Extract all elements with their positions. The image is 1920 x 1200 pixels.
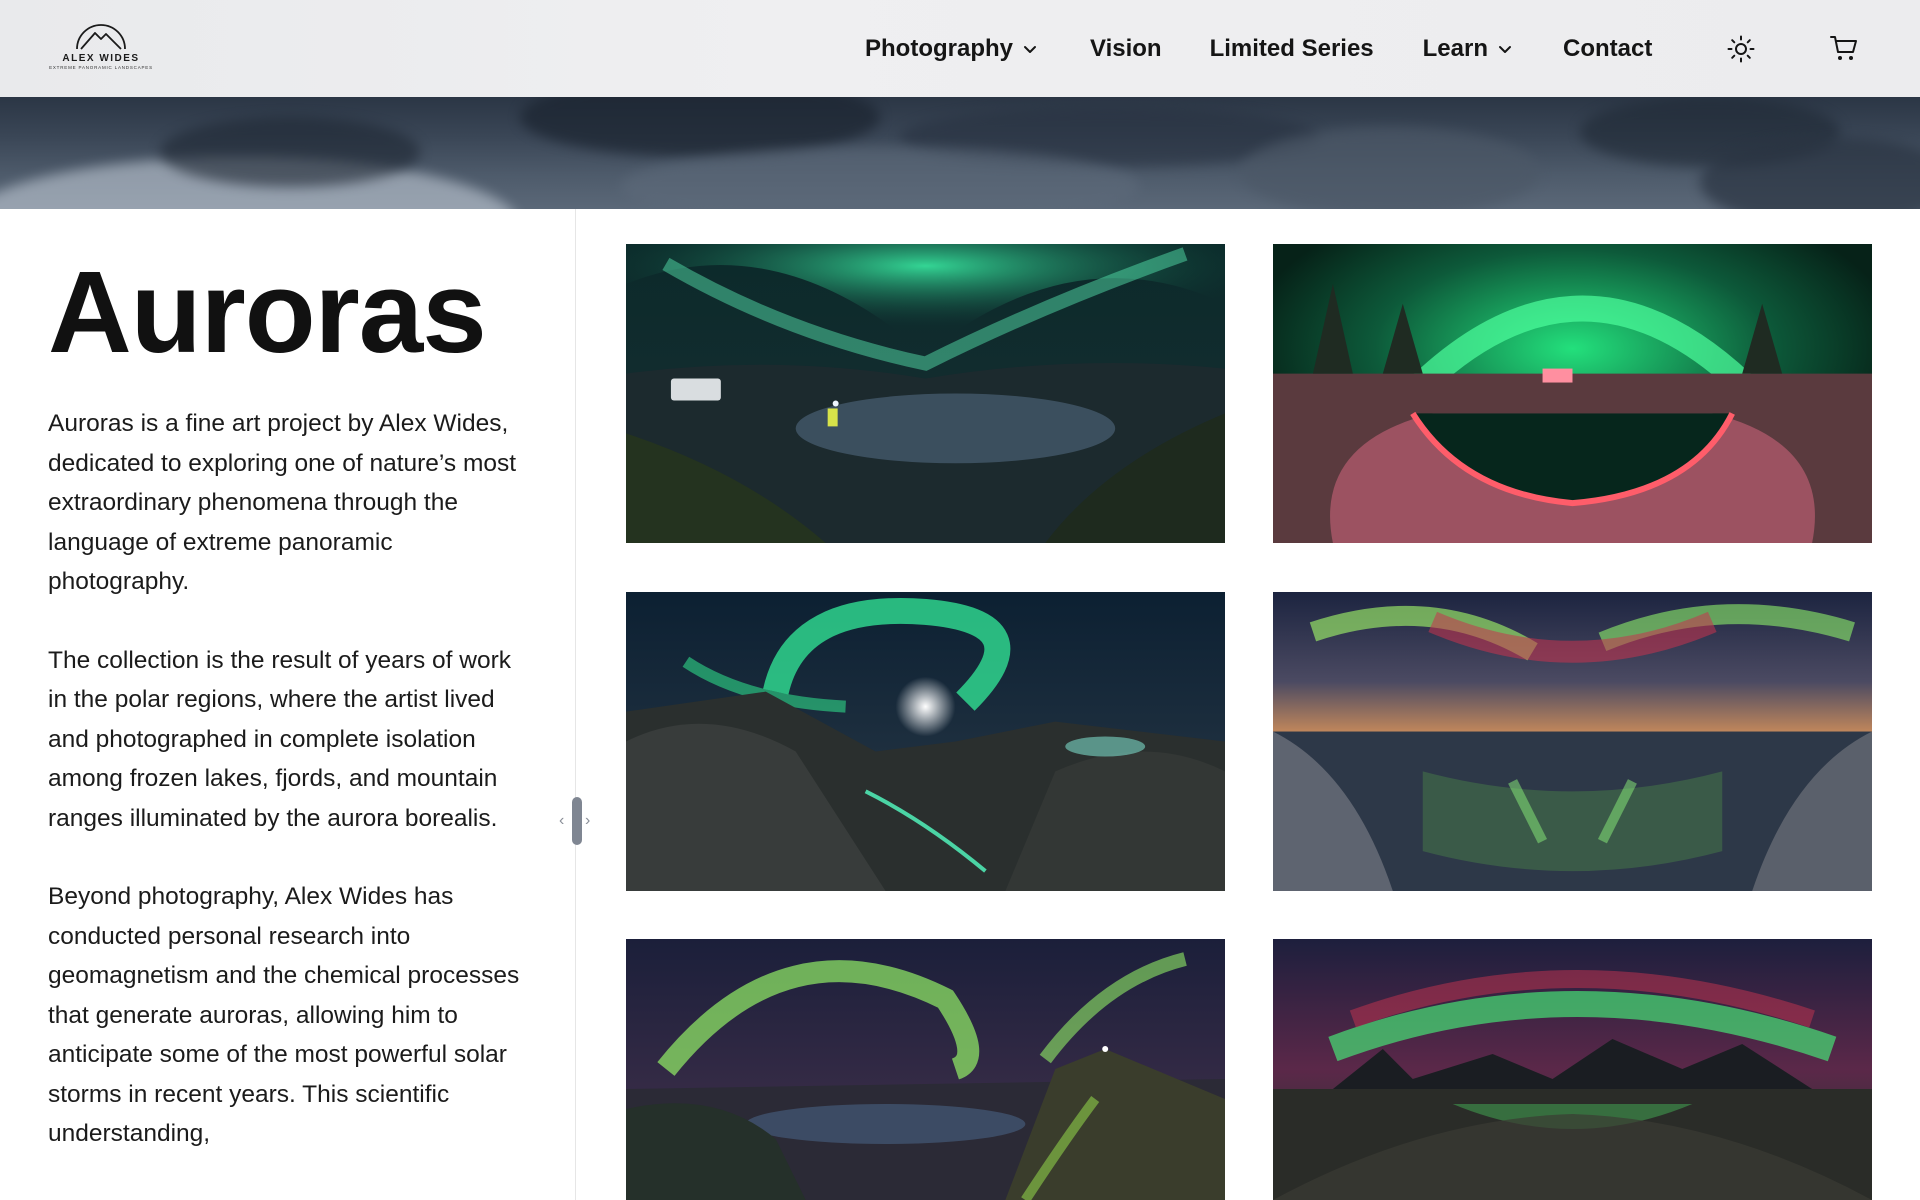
brand-name: ALEX WIDES [62, 53, 140, 64]
nav-learn[interactable]: Learn [1423, 35, 1513, 63]
brand-logo[interactable]: ALEX WIDES EXTREME PANORAMIC LANDSCAPES [49, 22, 152, 74]
main-nav: Photography Vision Limited Series Learn … [865, 0, 1652, 97]
gallery-photo-6[interactable] [1273, 939, 1872, 1200]
intro-panel: Auroras Auroras is a fine art project by… [0, 209, 576, 1200]
intro-text: Auroras is a fine art project by Alex Wi… [48, 404, 528, 1193]
resize-grip [572, 797, 582, 845]
chevron-down-icon [1024, 45, 1036, 53]
photo-aurora-spiral-valley [626, 592, 1225, 891]
nav-vision-label: Vision [1090, 34, 1162, 62]
photo-aurora-lake-camper [626, 244, 1225, 543]
hero-banner-image [0, 97, 1920, 209]
intro-paragraph: Auroras is a fine art project by Alex Wi… [48, 410, 517, 595]
theme-toggle-button[interactable] [1726, 34, 1756, 64]
chevron-left-icon: ‹ [559, 812, 565, 829]
nav-learn-label: Learn [1422, 34, 1488, 62]
gallery-photo-4[interactable] [1273, 592, 1872, 891]
intro-paragraph: Beyond photography, Alex Wides has condu… [48, 883, 520, 1147]
nav-contact-label: Contact [1563, 34, 1653, 62]
cart-button[interactable] [1829, 33, 1859, 63]
gallery-photo-1[interactable] [626, 244, 1225, 543]
nav-limited-series-label: Limited Series [1209, 34, 1374, 62]
photo-aurora-coastal-reflection [1273, 592, 1872, 891]
panel-resize-handle[interactable]: ‹ › [559, 797, 593, 845]
nav-contact[interactable]: Contact [1563, 35, 1652, 63]
photo-aurora-arc-red-shore [1273, 244, 1872, 543]
gallery-photo-5[interactable] [626, 939, 1225, 1200]
gallery-photo-2[interactable] [1273, 244, 1872, 543]
nav-vision[interactable]: Vision [1090, 35, 1162, 63]
nav-photography[interactable]: Photography [865, 35, 1038, 63]
page-title: Auroras [48, 247, 487, 377]
cart-icon [1830, 36, 1857, 60]
intro-paragraph: The collection is the result of years of… [48, 646, 511, 832]
photo-aurora-fjord-summit [626, 939, 1225, 1200]
photo-aurora-mountains-beach [1273, 939, 1872, 1200]
sun-icon [1727, 35, 1755, 63]
brand-tagline: EXTREME PANORAMIC LANDSCAPES [49, 65, 153, 70]
chevron-down-icon [1499, 45, 1511, 53]
nav-limited-series[interactable]: Limited Series [1210, 35, 1374, 63]
site-header: ALEX WIDES EXTREME PANORAMIC LANDSCAPES … [0, 0, 1920, 97]
chevron-right-icon: › [585, 812, 591, 829]
nav-photography-label: Photography [865, 34, 1013, 62]
gallery-photo-3[interactable] [626, 592, 1225, 891]
mountain-logo-icon [76, 24, 126, 50]
